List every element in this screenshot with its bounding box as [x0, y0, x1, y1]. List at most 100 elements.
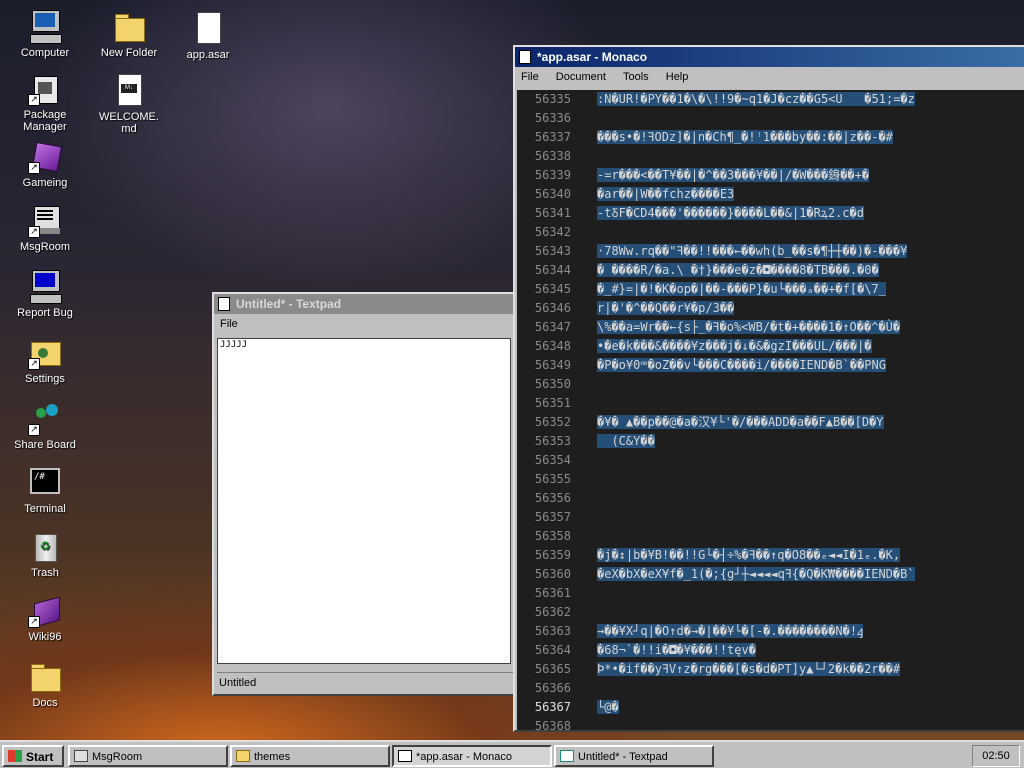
- code-line[interactable]: 56365 Þ*•�if��yꟻV↑z�rg���[�s�d�PT]y▲└┘2�k…: [517, 660, 1024, 679]
- code-line[interactable]: 56343 ·78Ww.rq��"ꟻ��!!���←��wh(b_��s�¶┼┼�…: [517, 242, 1024, 261]
- line-text: -=r���<��T¥��|�^��3���¥��|/�W���銵��+�: [597, 166, 870, 185]
- code-line[interactable]: 56356: [517, 489, 1024, 508]
- monaco-menu-tools[interactable]: Tools: [621, 71, 651, 83]
- code-line[interactable]: 56339 -=r���<��T¥��|�^��3���¥��|/�W���銵��…: [517, 166, 1024, 185]
- code-line[interactable]: 56361: [517, 584, 1024, 603]
- selected-text: �¥� ▲��p��@�a�汉¥└'�/���ADD�a��F▲B��[D�Y: [597, 415, 884, 429]
- code-line[interactable]: 56345 �_#}=|�!�K�op�|��-���P}�u└���ₐ��+�f…: [517, 280, 1024, 299]
- code-line[interactable]: 56352 �¥� ▲��p��@�a�汉¥└'�/���ADD�a��F▲B��…: [517, 413, 1024, 432]
- monaco-menu-document[interactable]: Document: [554, 71, 608, 83]
- selected-text: r|�'�^��Q��r¥�p/3��: [597, 301, 735, 315]
- textpad-menu-file[interactable]: File: [218, 318, 240, 330]
- code-line[interactable]: 56335 :N�UR!�PY��1�\�\!!9�~q1�J�cz��G5<U …: [517, 90, 1024, 109]
- desktop-icon-app-asar[interactable]: app.asar: [166, 12, 250, 61]
- selected-text: -=r���<��T¥��|�^��3���¥��|/�W���銵��+�: [597, 168, 870, 182]
- taskbar-item-textpad[interactable]: Untitled* - Textpad: [554, 745, 714, 767]
- code-line[interactable]: 56368: [517, 717, 1024, 730]
- selected-text: � ����R/�a.\ �†}���e�z�◘����8�TB���.�0�: [597, 263, 879, 277]
- code-line[interactable]: 56353 (C&Y��: [517, 432, 1024, 451]
- code-line[interactable]: 56359 �j�↕|b�¥B!��!!G└�┤÷%�ꟻ��↑q�O8��ₑ◄◄I…: [517, 546, 1024, 565]
- taskbar-item-msgroom[interactable]: MsgRoom: [68, 745, 228, 767]
- code-line[interactable]: 56349 �P�o¥0ꟹ�oZ��v└���C����i/����IEND�B`…: [517, 356, 1024, 375]
- code-line[interactable]: 56364 �68¬`�!!i�◘�¥���!!tęv�: [517, 641, 1024, 660]
- desktop-icon-wiki96[interactable]: ↗ Wiki96: [3, 594, 87, 643]
- desktop-icon-msgroom[interactable]: ↗ MsgRoom: [3, 204, 87, 253]
- desktop-icon-package-manager[interactable]: ↗ Package Manager: [3, 72, 87, 133]
- line-number: 56365: [534, 662, 571, 676]
- monaco-app-icon: [398, 750, 412, 762]
- desktop-icon-welcome-md[interactable]: M↓ WELCOME.md: [87, 74, 171, 135]
- line-number: 56355: [534, 472, 571, 486]
- code-line[interactable]: 56347 \%��a=Wr��←{s├_�ꟻ�o%<WB/�t�+����1�↑…: [517, 318, 1024, 337]
- code-line[interactable]: 56358: [517, 527, 1024, 546]
- desktop-icon-trash[interactable]: ♻ Trash: [3, 530, 87, 579]
- line-number: 56348: [534, 339, 571, 353]
- line-number: 56335: [534, 92, 571, 106]
- folder-icon: [112, 10, 146, 44]
- desktop-icon-report-bug[interactable]: Report Bug: [3, 270, 87, 319]
- code-line[interactable]: 56346 r|�'�^��Q��r¥�p/3��: [517, 299, 1024, 318]
- code-line[interactable]: 56366: [517, 679, 1024, 698]
- code-line[interactable]: 56338: [517, 147, 1024, 166]
- desktop-icon-label: Package Manager: [23, 109, 67, 133]
- selected-text: �eX�bX�eX¥f�_1(�;{g┘┼◄◄◄◄qꟻ{�Q�K₩����IEN…: [597, 567, 915, 581]
- selected-text: �j�↕|b�¥B!��!!G└�┤÷%�ꟻ��↑q�O8��ₑ◄◄I�1ₑ.�…: [597, 548, 901, 562]
- desktop-icon-new-folder[interactable]: New Folder: [87, 10, 171, 59]
- textpad-editor[interactable]: JJJJJ: [217, 338, 511, 664]
- line-number: 56363: [534, 624, 571, 638]
- code-line[interactable]: 56337 ���s•�!ꟻODz]�|n�Ch¶_�!ꜝ1���by��:��|…: [517, 128, 1024, 147]
- line-number: 56343: [534, 244, 571, 258]
- desktop-icon-label: New Folder: [100, 47, 158, 59]
- code-line[interactable]: 56350: [517, 375, 1024, 394]
- line-text: (C&Y��: [597, 432, 655, 451]
- code-line[interactable]: 56351: [517, 394, 1024, 413]
- monaco-menu-help[interactable]: Help: [664, 71, 691, 83]
- line-text: �eX�bX�eX¥f�_1(�;{g┘┼◄◄◄◄qꟻ{�Q�K₩����IEN…: [597, 565, 915, 584]
- desktop-icon-share-board[interactable]: ↗ Share Board: [3, 402, 87, 451]
- code-line[interactable]: 56344 � ����R/�a.\ �†}���e�z�◘����8�TB���…: [517, 261, 1024, 280]
- code-line[interactable]: 56357: [517, 508, 1024, 527]
- msgroom-icon: ↗: [28, 204, 62, 238]
- code-line[interactable]: 56342: [517, 223, 1024, 242]
- desktop-icon-terminal[interactable]: /# Terminal: [3, 466, 87, 515]
- system-clock[interactable]: 02:50: [972, 745, 1020, 767]
- line-text: \%��a=Wr��←{s├_�ꟻ�o%<WB/�t�+����1�↑O��^�…: [597, 318, 901, 337]
- taskbar-item-themes[interactable]: themes: [230, 745, 390, 767]
- code-line[interactable]: 56348 •�e�k���&����¥z���j�↓�&�gzI���UL/��…: [517, 337, 1024, 356]
- desktop-icon-gameing[interactable]: ↗ Gameing: [3, 140, 87, 189]
- code-line[interactable]: 56341 -tꝽF�CD4���'������}����L��&|1�Rꝝ2.c…: [517, 204, 1024, 223]
- code-line[interactable]: 56363 →��¥X┘q|�O↑d�→�|��¥└�[-�.��������N�…: [517, 622, 1024, 641]
- wiki-book-icon: ↗: [28, 594, 62, 628]
- code-line[interactable]: 56340 �ar��|W��fchz����E3: [517, 185, 1024, 204]
- game-cube-icon: ↗: [28, 140, 63, 174]
- desktop-icon-docs[interactable]: Docs: [3, 660, 87, 709]
- line-number: 56349: [534, 358, 571, 372]
- textpad-window[interactable]: Untitled* - Textpad File JJJJJ Untitled: [212, 292, 516, 696]
- taskbar-item-label: themes: [254, 751, 291, 763]
- textpad-title: Untitled* - Textpad: [236, 297, 342, 311]
- taskbar-item-monaco[interactable]: *app.asar - Monaco: [392, 745, 552, 767]
- code-line[interactable]: 56354: [517, 451, 1024, 470]
- desktop-icon-label: Share Board: [14, 439, 76, 451]
- textpad-titlebar[interactable]: Untitled* - Textpad: [214, 294, 514, 314]
- line-number: 56361: [534, 586, 571, 600]
- desktop-icon-settings[interactable]: ↗ Settings: [3, 336, 87, 385]
- line-text: :N�UR!�PY��1�\�\!!9�~q1�J�cz��G5<U �51;=…: [597, 90, 915, 109]
- selected-text: (C&Y��: [597, 434, 655, 448]
- code-line[interactable]: 56336: [517, 109, 1024, 128]
- monaco-menu-file[interactable]: File: [519, 71, 541, 83]
- selected-text: �_#}=|�!�K�op�|��-���P}�u└���ₐ��+�f[�\7_: [597, 282, 886, 296]
- desktop-icon-computer[interactable]: Computer: [3, 10, 87, 59]
- monaco-window[interactable]: *app.asar - Monaco File Document Tools H…: [513, 45, 1024, 732]
- code-line[interactable]: 56367 └@�: [517, 698, 1024, 717]
- monaco-titlebar[interactable]: *app.asar - Monaco: [515, 47, 1024, 67]
- textpad-menubar: File: [214, 314, 514, 334]
- start-button[interactable]: Start: [2, 745, 64, 767]
- monaco-code-area[interactable]: 56335 :N�UR!�PY��1�\�\!!9�~q1�J�cz��G5<U …: [517, 90, 1024, 730]
- textpad-app-icon: [560, 750, 574, 762]
- code-line[interactable]: 56355: [517, 470, 1024, 489]
- line-number: 56366: [534, 681, 571, 695]
- code-line[interactable]: 56362: [517, 603, 1024, 622]
- code-line[interactable]: 56360 �eX�bX�eX¥f�_1(�;{g┘┼◄◄◄◄qꟻ{�Q�K₩��…: [517, 565, 1024, 584]
- desktop-icon-label: Terminal: [24, 503, 66, 515]
